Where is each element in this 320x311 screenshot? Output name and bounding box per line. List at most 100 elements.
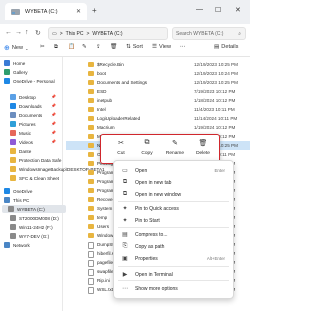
context-menu-item[interactable]: ▤ Compress to... (114, 229, 233, 240)
sidebar-item[interactable]: WYBETA (C:) (2, 205, 66, 213)
menu-item-shortcut: Enter (214, 168, 226, 173)
copy-icon[interactable]: ⧉ (54, 44, 58, 51)
up-icon[interactable]: ↑ (25, 29, 29, 36)
sidebar-item[interactable]: Win11-24H2 (F:) (4, 223, 53, 231)
table-row[interactable]: Documents and Settings 12/19/2023 10:25 P… (66, 78, 250, 87)
new-button[interactable]: ⊕ New ⌄ (4, 44, 28, 52)
delete-icon[interactable]: 🗑 (110, 44, 117, 50)
maximize-button[interactable]: ☐ (215, 6, 221, 14)
address-row: ← → ↑ ↻ ▭ > This PC > WYBETA (C:) Search… (0, 24, 250, 42)
pin-icon[interactable]: 📌 (51, 103, 56, 108)
sidebar-item[interactable]: ST2000DM008 (D:) (4, 214, 59, 222)
sidebar-item[interactable]: Network (4, 241, 30, 249)
breadcrumb[interactable]: ▭ > This PC > WYBETA (C:) (48, 27, 168, 40)
close-button[interactable]: ✕ (235, 6, 241, 14)
sidebar-item[interactable]: Downloads (4, 102, 42, 110)
sidebar-item[interactable]: Desktop (4, 93, 36, 101)
table-row[interactable]: boot 12/19/2023 10:24 PM (66, 69, 250, 78)
sidebar-item-icon (10, 112, 16, 118)
table-row[interactable]: Intel 11/4/2023 10:11 PM (66, 105, 250, 114)
sidebar-item[interactable]: Home (4, 59, 25, 67)
cut-icon[interactable]: ✂ (40, 44, 45, 50)
sidebar-item-label: Win11-24H2 (F:) (19, 224, 53, 230)
sort-button[interactable]: ⇅ Sort (126, 44, 143, 50)
search-input[interactable]: Search WYBETA (C:) ⌕ (172, 27, 246, 40)
sidebar-item[interactable]: OneDrive - Personal (4, 77, 55, 85)
table-row[interactable]: Macrium 1/19/2024 10:12 PM (66, 123, 250, 132)
context-menu-item[interactable]: ▶ Open in Terminal (114, 269, 233, 280)
sidebar-item-label: Network (13, 242, 30, 248)
pin-icon[interactable]: 📌 (51, 121, 56, 126)
folder-icon (88, 124, 94, 130)
file-date: 11/14/2024 10:11 PM (194, 115, 238, 121)
sidebar-item[interactable]: Music (4, 129, 31, 137)
sidebar-item-icon (10, 157, 16, 163)
view-button[interactable]: ☰ View (152, 44, 171, 50)
tab-close-icon[interactable]: ✕ (76, 8, 81, 15)
sidebar-item-icon (10, 94, 16, 100)
quick-action-delete-button[interactable]: 🗑 Delete (191, 139, 215, 156)
share-icon[interactable]: ⇪ (96, 44, 101, 50)
context-menu-item[interactable]: ✦ Pin to Start (114, 215, 233, 226)
table-row[interactable]: ESD 7/19/2023 10:12 PM (66, 87, 250, 96)
breadcrumb-this-pc[interactable]: This PC (66, 31, 84, 37)
sidebar-item[interactable]: WY7-DEV (G:) (4, 232, 49, 240)
sidebar-item-label: Downloads (19, 103, 42, 109)
breadcrumb-current[interactable]: WYBETA (C:) (92, 31, 122, 37)
file-date: 12/19/2023 10:24 PM (194, 70, 238, 76)
sidebar-item-label: SFC & Clean Sheet (19, 175, 60, 181)
menu-separator (118, 201, 229, 202)
table-row[interactable]: LogiUploaderRelated 11/14/2024 10:11 PM (66, 114, 250, 123)
file-name: boot (97, 70, 106, 76)
folder-icon (88, 151, 94, 157)
menu-item-icon: ⋯ (122, 286, 128, 292)
file-date: 1/19/2024 10:12 PM (194, 124, 236, 130)
menu-item-icon: ▭ (122, 168, 128, 174)
table-row[interactable]: $Recycle.Bin 12/19/2023 10:25 PM (66, 60, 250, 69)
folder-icon (88, 115, 94, 121)
menu-item-icon: ▣ (122, 256, 128, 262)
sidebar-item[interactable]: Documents (4, 111, 42, 119)
context-menu-item[interactable]: ⧉ Open in new tab (114, 177, 233, 188)
sidebar-item[interactable]: Gallery (4, 68, 28, 76)
context-menu-item[interactable]: ⋯ Show more options (114, 283, 233, 294)
file-name: Rip.ini (97, 277, 110, 283)
sidebar-item-label: Videos (19, 139, 33, 145)
menu-item-icon: ▶ (122, 272, 128, 278)
pin-icon[interactable]: 📌 (51, 139, 56, 144)
context-menu-item[interactable]: ▣ Properties Alt+Enter (114, 253, 233, 264)
context-menu-item[interactable]: ▭ Open Enter (114, 165, 233, 176)
forward-icon[interactable]: → (15, 29, 22, 36)
sidebar-item[interactable]: Protection Data Safe (4, 156, 61, 164)
sidebar-item[interactable]: SFC & Clean Sheet (4, 174, 59, 182)
quick-action-cut-button[interactable]: ✂ Cut (109, 139, 133, 156)
sidebar-item[interactable]: Pictures (4, 120, 36, 128)
details-button[interactable]: ▤ Details (214, 44, 238, 50)
sidebar-item[interactable]: Dante (4, 147, 31, 155)
file-name: Macrium (97, 124, 115, 130)
more-options-icon[interactable]: ⋯ (180, 44, 186, 50)
table-row[interactable]: inetpub 1/18/2024 10:12 PM (66, 96, 250, 105)
sidebar-item[interactable]: Videos (4, 138, 33, 146)
paste-icon[interactable]: 📋 (68, 44, 75, 50)
pin-icon[interactable]: 📌 (51, 112, 56, 117)
refresh-icon[interactable]: ↻ (35, 29, 41, 37)
sidebar-item[interactable]: This PC (4, 196, 29, 204)
sidebar-item-label: Pictures (19, 121, 36, 127)
quick-action-copy-button[interactable]: ⧉ Copy (135, 139, 159, 156)
pin-icon[interactable]: 📌 (51, 130, 56, 135)
file-name: temp (97, 214, 108, 220)
context-menu-item[interactable]: ✦ Pin to Quick access (114, 203, 233, 214)
context-menu-item[interactable]: ⧉ Open in new window (114, 189, 233, 200)
back-icon[interactable]: ← (5, 29, 12, 36)
rename-icon[interactable]: ✎ (82, 44, 87, 50)
quick-action-rename-button[interactable]: ✎ Rename (163, 139, 187, 156)
minimize-button[interactable]: — (196, 6, 203, 13)
file-icon (88, 241, 94, 249)
context-menu-item[interactable]: ⎘ Copy as path (114, 241, 233, 252)
sidebar-item-label: WY7-DEV (G:) (19, 233, 50, 239)
pin-icon[interactable]: 📌 (51, 94, 56, 99)
new-tab-button[interactable]: + (92, 6, 97, 15)
tab-wybeta[interactable]: WYBETA (C:) ✕ (5, 3, 87, 20)
sidebar-item[interactable]: OneDrive (4, 187, 32, 195)
